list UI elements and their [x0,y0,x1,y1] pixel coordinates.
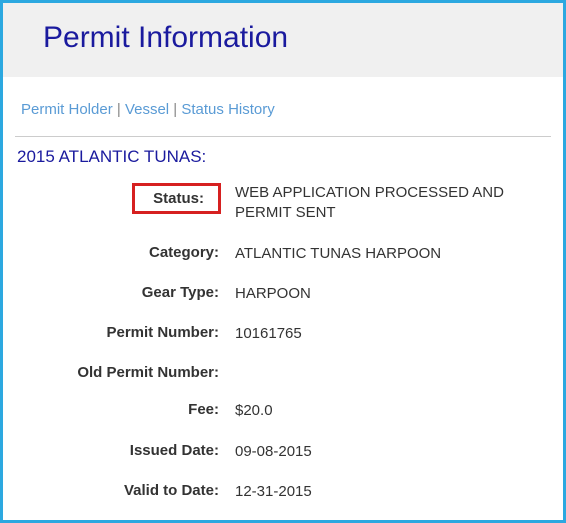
value-issued-date: 09-08-2015 [229,442,312,462]
value-category: ATLANTIC TUNAS HARPOON [229,244,441,264]
label-permit-number: Permit Number: [3,324,229,341]
value-status: WEB APPLICATION PROCESSED AND PERMIT SEN… [229,183,563,224]
row-old-permit-number: Old Permit Number: [3,364,563,381]
row-valid-to-date: Valid to Date: 12-31-2015 [3,482,563,502]
row-issued-date: Issued Date: 09-08-2015 [3,442,563,462]
section-title: 2015 ATLANTIC TUNAS: [3,147,563,175]
row-status: Status: WEB APPLICATION PROCESSED AND PE… [3,183,563,224]
nav-separator: | [169,101,181,118]
permit-info-panel: Permit Information Permit Holder | Vesse… [0,0,566,523]
permit-details: Status: WEB APPLICATION PROCESSED AND PE… [3,175,563,502]
link-vessel[interactable]: Vessel [125,101,169,118]
label-old-permit-number: Old Permit Number: [3,364,229,381]
value-fee: $20.0 [229,401,273,421]
nav-links: Permit Holder | Vessel | Status History [3,77,563,136]
value-permit-number: 10161765 [229,324,302,344]
value-valid-to-date: 12-31-2015 [229,482,312,502]
value-gear-type: HARPOON [229,284,311,304]
label-fee: Fee: [3,401,229,418]
label-issued-date: Issued Date: [3,442,229,459]
label-category: Category: [3,244,229,261]
nav-separator: | [113,101,125,118]
status-highlight: Status: [132,183,221,214]
page-header: Permit Information [3,3,563,77]
label-gear-type: Gear Type: [3,284,229,301]
page-title: Permit Information [43,21,563,55]
row-fee: Fee: $20.0 [3,401,563,421]
divider [15,136,551,137]
row-category: Category: ATLANTIC TUNAS HARPOON [3,244,563,264]
link-status-history[interactable]: Status History [181,101,274,118]
link-permit-holder[interactable]: Permit Holder [21,101,113,118]
label-valid-to-date: Valid to Date: [3,482,229,499]
label-status: Status: [153,190,204,207]
row-permit-number: Permit Number: 10161765 [3,324,563,344]
row-gear-type: Gear Type: HARPOON [3,284,563,304]
